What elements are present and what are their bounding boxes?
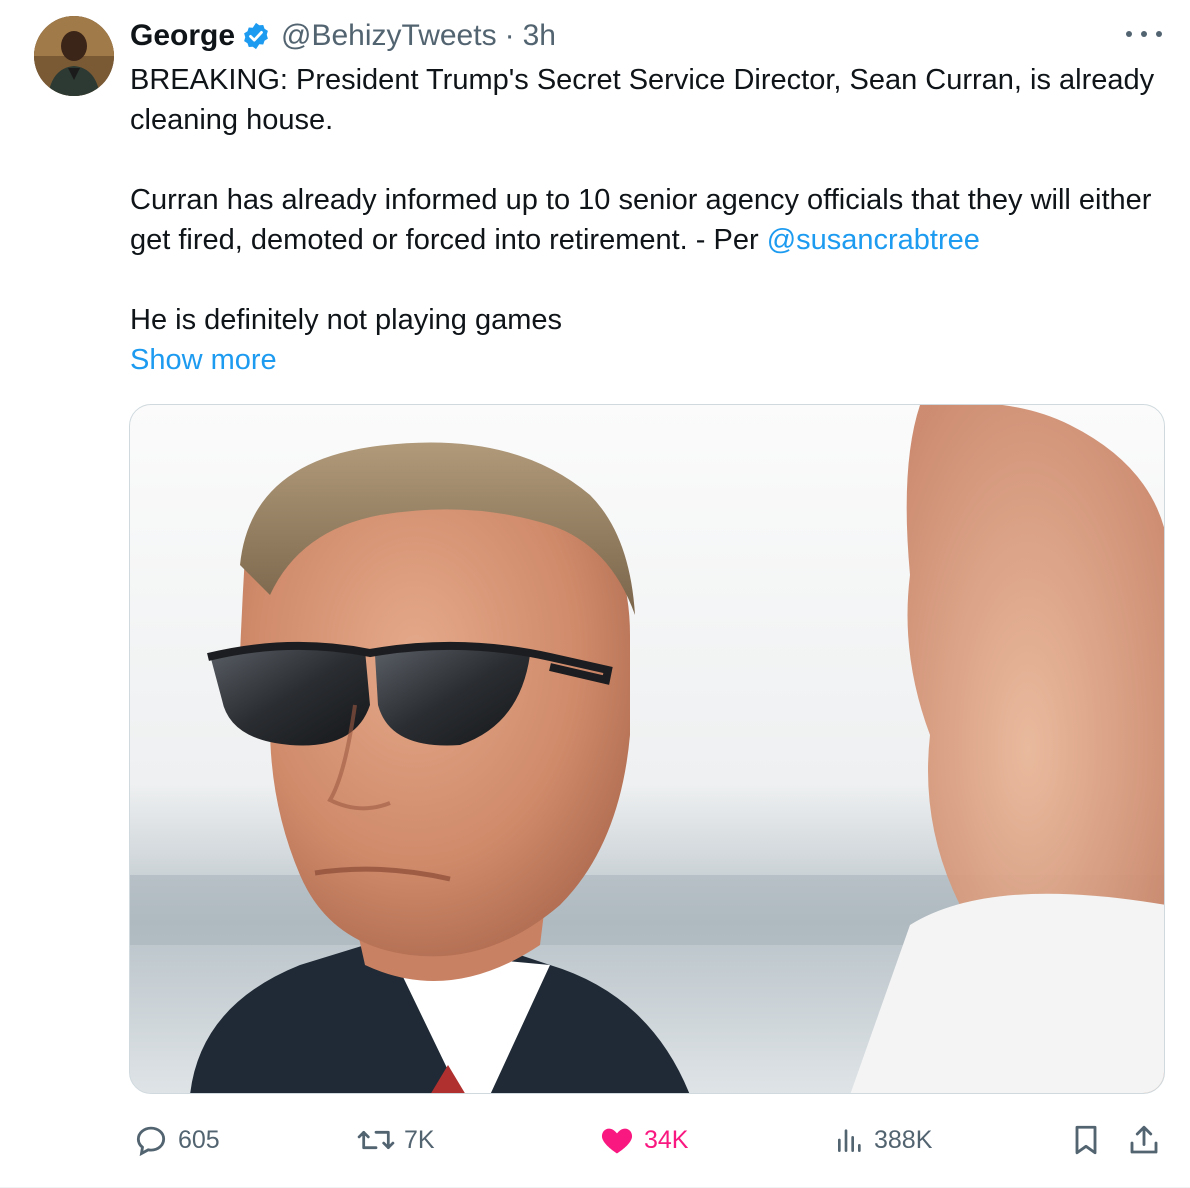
share-icon — [1130, 1125, 1158, 1154]
tweet-paragraph-3: He is definitely not playing games — [130, 304, 563, 336]
timestamp[interactable]: 3h — [523, 19, 556, 53]
reply-count: 605 — [178, 1125, 220, 1154]
views-button[interactable]: 388K — [834, 1116, 932, 1164]
author-name[interactable]: George — [130, 19, 235, 53]
author-handle[interactable]: @BehizyTweets — [281, 19, 497, 53]
bookmark-button[interactable] — [1068, 1116, 1112, 1164]
tweet-paragraph-1: BREAKING: President Trump's Secret Servi… — [130, 64, 1155, 136]
photo-image — [130, 405, 1164, 1093]
verified-badge-icon — [241, 21, 271, 51]
views-count: 388K — [874, 1125, 933, 1154]
reply-button[interactable]: 605 — [132, 1116, 220, 1164]
like-count: 34K — [644, 1125, 689, 1154]
tweet-text: BREAKING: President Trump's Secret Servi… — [130, 60, 1160, 380]
heart-icon — [601, 1128, 633, 1154]
avatar[interactable] — [34, 16, 114, 96]
action-bar: 605 7K 34K 388K — [130, 1116, 1164, 1164]
views-icon — [838, 1129, 861, 1152]
tweet-paragraph-2-text: Curran has already informed up to 10 sen… — [130, 184, 1152, 256]
retweet-button[interactable]: 7K — [356, 1116, 435, 1164]
avatar-image — [34, 16, 114, 96]
retweet-count: 7K — [404, 1125, 435, 1154]
retweet-icon — [357, 1130, 395, 1150]
tweet-photo[interactable] — [129, 404, 1165, 1094]
reply-icon — [136, 1126, 166, 1157]
more-icon[interactable] — [1126, 22, 1162, 46]
like-button[interactable]: 34K — [598, 1116, 688, 1164]
tweet-paragraph-2: Curran has already informed up to 10 sen… — [130, 180, 1160, 260]
separator-dot: · — [504, 19, 515, 52]
show-more-link[interactable]: Show more — [130, 344, 277, 376]
share-button[interactable] — [1126, 1116, 1170, 1164]
bookmark-icon — [1075, 1125, 1097, 1155]
tweet-header: George @BehizyTweets · 3h — [130, 14, 556, 58]
mention-link[interactable]: @susancrabtree — [767, 224, 980, 256]
tweet: George @BehizyTweets · 3h BREAKING: Pres… — [0, 0, 1190, 1188]
